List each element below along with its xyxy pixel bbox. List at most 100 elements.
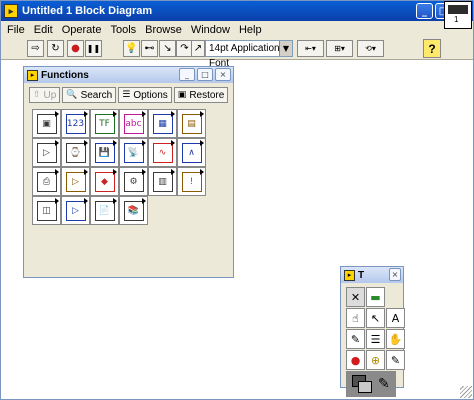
labview-icon: ▸ [4, 4, 18, 18]
search-icon: 🔍 [66, 90, 78, 100]
run-continuously-button[interactable]: ↻ [47, 40, 64, 57]
palette-cell-signal-processing[interactable]: ◆ [90, 167, 119, 196]
edit-text-icon[interactable]: A [386, 308, 405, 328]
palette-cell-array[interactable]: ▦ [148, 109, 177, 138]
search-button[interactable]: 🔍 Search [62, 87, 117, 103]
functions-palette-titlebar[interactable]: ▸ Functions _ □ × [24, 67, 233, 83]
palette-cell-application-control[interactable]: ! [177, 167, 206, 196]
led-indicator-icon[interactable]: ▬ [366, 287, 385, 307]
palette-close-button[interactable]: × [215, 68, 231, 81]
palette-cell-numeric[interactable]: 123 [61, 109, 90, 138]
context-help-button[interactable]: ? [423, 39, 441, 58]
tools-palette-titlebar[interactable]: ▸ T × [341, 267, 403, 283]
palette-cell-structures[interactable]: ▣ [32, 109, 61, 138]
probe-data-icon[interactable]: ⊕ [366, 350, 385, 370]
palette-cell-file-io[interactable]: 💾 [90, 138, 119, 167]
palette-cell-libraries[interactable]: 📚 [119, 196, 148, 225]
menu-tools[interactable]: Tools [110, 24, 136, 36]
restore-icon: ▣ [177, 90, 187, 100]
position-select-icon[interactable]: ↖ [366, 308, 385, 328]
paintbrush-icon: ✎ [378, 376, 390, 392]
automatic-tool-icon[interactable]: ✕ [346, 287, 365, 307]
run-button[interactable]: ⇨ [27, 40, 44, 57]
palette-cell-report-generation[interactable]: ◫ [32, 196, 61, 225]
advanced-icon: ▷ [65, 200, 86, 221]
palette-cell-mathematics[interactable]: ▷ [61, 167, 90, 196]
abort-icon: ● [71, 43, 80, 54]
block-diagram-window: ▸ Untitled 1 Block Diagram _ □ × File Ed… [0, 0, 474, 400]
submenu-arrow-icon [142, 111, 146, 117]
analyze-icon: ∧ [181, 142, 202, 163]
waveform-icon: ∿ [152, 142, 173, 163]
palette-cell-boolean[interactable]: TF [90, 109, 119, 138]
font-select[interactable]: 14pt Application Font ▼ [205, 40, 293, 69]
palette-cell-advanced[interactable]: ▷ [61, 196, 90, 225]
scroll-window-icon[interactable]: ✋ [386, 329, 405, 349]
palette-cell-analyze[interactable]: ∧ [177, 138, 206, 167]
pause-button[interactable]: ❚❚ [85, 40, 102, 57]
connect-wire-icon[interactable]: ✎ [346, 329, 365, 349]
submenu-arrow-icon [55, 111, 59, 117]
set-breakpoint-icon[interactable]: ● [346, 350, 365, 370]
title-bar[interactable]: ▸ Untitled 1 Block Diagram _ □ × [1, 1, 473, 21]
operate-value-icon[interactable]: ☝ [346, 308, 365, 328]
distribute-objects-dropdown[interactable]: ⊞▾ [326, 40, 353, 57]
step-out-button[interactable]: ↗ [191, 40, 205, 57]
minimize-button[interactable]: _ [416, 3, 433, 19]
vi-icon-screen [448, 5, 468, 14]
help-icon: ? [428, 41, 436, 56]
menu-browse[interactable]: Browse [145, 24, 182, 36]
menu-operate[interactable]: Operate [62, 24, 102, 36]
retain-wire-values-button[interactable]: ⊷ [141, 40, 158, 57]
step-into-button[interactable]: ↘ [159, 40, 176, 57]
submenu-arrow-icon [200, 140, 204, 146]
resize-grip[interactable] [460, 386, 472, 398]
submenu-arrow-icon [84, 140, 88, 146]
palette-cell-waveform[interactable]: ∿ [148, 138, 177, 167]
instrument-io-icon: ⎙ [36, 171, 57, 192]
palette-minimize-button[interactable]: _ [179, 68, 195, 81]
step-over-icon: ↷ [180, 43, 189, 54]
submenu-arrow-icon [200, 169, 204, 175]
palette-cell-comparison[interactable]: ▷ [32, 138, 61, 167]
string-icon: abc [123, 113, 144, 134]
submenu-arrow-icon [84, 169, 88, 175]
distribute-objects-icon: ⊞▾ [334, 44, 345, 53]
vi-icon[interactable]: 1 [444, 1, 472, 29]
options-button[interactable]: ☰ Options [118, 87, 172, 103]
palette-cell-cluster[interactable]: ▤ [177, 109, 206, 138]
menu-file[interactable]: File [7, 24, 25, 36]
palette-cell-data-acquisition[interactable]: ⚙ [119, 167, 148, 196]
submenu-arrow-icon [55, 169, 59, 175]
menu-edit[interactable]: Edit [34, 24, 53, 36]
align-objects-dropdown[interactable]: ⇤▾ [297, 40, 324, 57]
menu-help[interactable]: Help [239, 24, 262, 36]
palette-cell-select-vi[interactable]: 📄 [90, 196, 119, 225]
get-color-icon[interactable]: ✎ [386, 350, 405, 370]
palette-cell-communication[interactable]: 📡 [119, 138, 148, 167]
highlight-execution-button[interactable]: 💡 [123, 40, 140, 57]
restore-button-label: Restore [189, 89, 225, 101]
restore-button[interactable]: ▣ Restore [173, 87, 229, 103]
palette-maximize-button[interactable]: □ [197, 68, 213, 81]
object-shortcut-menu-icon[interactable]: ☰ [366, 329, 385, 349]
tools-palette: ▸ T × ✕ ▬ ☝ ↖ A ✎ ☰ ✋ ● ⊕ ✎ ✎ [340, 266, 405, 397]
reorder-dropdown[interactable]: ⟲▾ [357, 40, 384, 57]
abort-button[interactable]: ● [67, 40, 84, 57]
boolean-icon: TF [94, 113, 115, 134]
menu-window[interactable]: Window [191, 24, 230, 36]
tools-palette-title: T [358, 269, 365, 281]
palette-cell-time-dialog[interactable]: ⌚ [61, 138, 90, 167]
functions-palette-title: Functions [41, 69, 89, 81]
up-button[interactable]: ⇧ Up [29, 87, 61, 103]
tools-palette-close-button[interactable]: × [389, 268, 401, 281]
search-button-label: Search [80, 89, 113, 101]
set-color-tool[interactable]: ✎ [346, 371, 396, 397]
options-button-label: Options [133, 89, 168, 101]
palette-cell-graphics-sound[interactable]: ▥ [148, 167, 177, 196]
submenu-arrow-icon [113, 198, 117, 204]
background-color-swatch[interactable] [358, 381, 372, 393]
palette-cell-string[interactable]: abc [119, 109, 148, 138]
file-io-icon: 💾 [94, 142, 115, 163]
palette-cell-instrument-io[interactable]: ⎙ [32, 167, 61, 196]
